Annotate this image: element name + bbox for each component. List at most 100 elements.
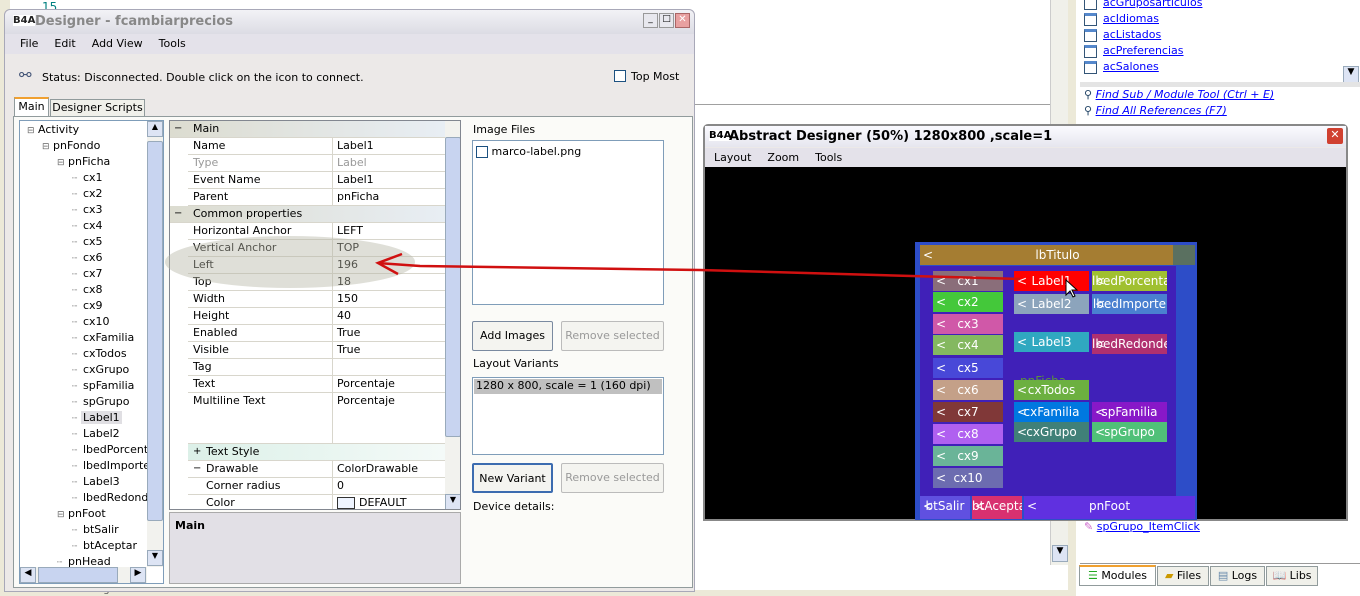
variant-item[interactable]: 1280 x 800, scale = 1 (160 dpi) xyxy=(474,379,662,394)
collapse-icon[interactable]: − xyxy=(174,206,182,222)
tree-item[interactable]: ⊟ Activity xyxy=(27,123,81,136)
property-value[interactable]: pnFicha xyxy=(332,189,446,205)
property-row[interactable]: Color DEFAULT xyxy=(188,495,446,509)
module-link[interactable]: acGruposarticulos xyxy=(1103,0,1202,9)
property-row[interactable]: Corner radius 0 xyxy=(188,478,446,495)
tab-modules[interactable]: ☰ Modules xyxy=(1079,565,1156,586)
property-value[interactable]: Porcentaje xyxy=(332,393,446,443)
view-lbedredondeo[interactable]: <lbedRedondeo xyxy=(1092,334,1167,354)
top-most-checkbox[interactable] xyxy=(614,70,626,82)
property-row[interactable]: Name Label1 xyxy=(188,138,446,155)
menu-tools[interactable]: Tools xyxy=(159,37,186,50)
menu-layout[interactable]: Layout xyxy=(714,151,751,164)
view-lbedporcentaje[interactable]: <lbedPorcentaje xyxy=(1092,271,1167,291)
tree-item[interactable]: ┈ cx6 xyxy=(72,251,105,264)
scroll-right-icon[interactable]: ▶ xyxy=(130,567,146,583)
props-scrollbar[interactable]: ▼ xyxy=(445,121,460,509)
maximize-button[interactable]: □ xyxy=(659,13,674,28)
property-row[interactable]: Text Porcentaje xyxy=(188,376,446,393)
tree-label[interactable]: btAceptar xyxy=(81,539,139,552)
tree-item[interactable]: ┈ cx9 xyxy=(72,299,105,312)
remove-image-button[interactable]: Remove selected xyxy=(561,321,664,351)
view-label3[interactable]: < Label3 xyxy=(1014,332,1089,352)
property-row[interactable]: Width 150 xyxy=(188,291,446,308)
designer-title-bar[interactable]: B4A Designer - fcambiarprecios _ □ ✕ xyxy=(5,10,694,34)
property-value[interactable]: Label1 xyxy=(332,172,446,188)
view-lbedimporte[interactable]: < lbedImporte xyxy=(1092,294,1167,314)
property-value[interactable]: 40 xyxy=(332,308,446,324)
find-sub-text[interactable]: Find Sub / Module Tool (Ctrl + E) xyxy=(1096,88,1275,101)
tree-label[interactable]: cx5 xyxy=(81,235,105,248)
module-link[interactable]: acIdiomas xyxy=(1103,12,1159,25)
view-btsalir[interactable]: < btSalir xyxy=(920,496,970,519)
scroll-thumb[interactable] xyxy=(445,137,460,437)
tree-item[interactable]: ┈ btAceptar xyxy=(72,539,139,552)
tree-label[interactable]: cxGrupo xyxy=(81,363,131,376)
property-value[interactable]: ColorDrawable xyxy=(332,461,446,477)
menu-file[interactable]: File xyxy=(20,37,38,50)
property-row[interactable]: Parent pnFicha xyxy=(188,189,446,206)
view-cx3[interactable]: < cx3 xyxy=(933,314,1003,334)
event-item[interactable]: ✎ spGrupo_ItemClick xyxy=(1084,520,1200,533)
tree-item[interactable]: ┈ cx8 xyxy=(72,283,105,296)
abstract-title-bar[interactable]: B4A Abstract Designer (50%) 1280x800 ,sc… xyxy=(705,126,1346,147)
tree-item[interactable]: ┈ lbedImporte xyxy=(72,459,152,472)
property-row[interactable]: Enabled True xyxy=(188,325,446,342)
scroll-thumb[interactable] xyxy=(147,141,163,521)
tree-vscrollbar[interactable]: ▲ ▼ xyxy=(147,121,163,567)
hscroll-thumb[interactable] xyxy=(38,567,118,583)
menu-zoom[interactable]: Zoom xyxy=(767,151,799,164)
view-cx10[interactable]: < cx10 xyxy=(933,468,1003,488)
event-link[interactable]: spGrupo_ItemClick xyxy=(1097,520,1200,533)
collapse-icon[interactable]: − xyxy=(174,121,182,137)
add-images-button[interactable]: Add Images xyxy=(472,321,553,351)
property-value[interactable]: True xyxy=(332,325,446,341)
minimize-button[interactable]: _ xyxy=(643,13,658,28)
find-references-link[interactable]: ⚲ Find All References (F7) xyxy=(1084,104,1227,117)
scroll-left-icon[interactable]: ◀ xyxy=(20,567,36,583)
view-cxgrupo[interactable]: < cxGrupo xyxy=(1014,422,1089,442)
tree-label[interactable]: cx2 xyxy=(81,187,105,200)
property-row[interactable]: − Drawable ColorDrawable xyxy=(188,461,446,478)
tree-item[interactable]: ┈ Label2 xyxy=(72,427,122,440)
tree-item[interactable]: ┈ cxTodos xyxy=(72,347,129,360)
tree-label[interactable]: cxFamilia xyxy=(81,331,136,344)
tree-item[interactable]: ┈ cx4 xyxy=(72,219,105,232)
view-spgrupo[interactable]: < spGrupo xyxy=(1092,422,1167,442)
tree-label[interactable]: cxTodos xyxy=(81,347,129,360)
view-cxfamilia[interactable]: < cxFamilia xyxy=(1014,402,1089,422)
find-references-text[interactable]: Find All References (F7) xyxy=(1096,104,1227,117)
scroll-down-icon[interactable]: ▼ xyxy=(1052,545,1068,562)
module-item[interactable]: acListados xyxy=(1084,28,1161,44)
property-value[interactable]: True xyxy=(332,342,446,358)
tree-item[interactable]: ┈ btSalir xyxy=(72,523,121,536)
tree-item[interactable]: ⊟ pnFondo xyxy=(42,139,102,152)
image-file-item[interactable]: marco-label.png xyxy=(476,145,581,158)
tree-item[interactable]: ┈ spGrupo xyxy=(72,395,131,408)
connection-icon[interactable]: ⚯ xyxy=(19,66,32,84)
tree-label[interactable]: cx4 xyxy=(81,219,105,232)
module-link[interactable]: acPreferencias xyxy=(1103,44,1184,57)
tree-label[interactable]: cx3 xyxy=(81,203,105,216)
module-item[interactable]: acGruposarticulos xyxy=(1084,0,1202,12)
tree-item[interactable]: ┈ cxFamilia xyxy=(72,331,136,344)
tree-label[interactable]: Label1 xyxy=(81,411,122,424)
new-variant-button[interactable]: New Variant xyxy=(472,463,553,493)
tab-logs[interactable]: ▤ Logs xyxy=(1210,566,1265,586)
close-button[interactable]: ✕ xyxy=(675,13,690,28)
property-value[interactable]: 0 xyxy=(332,478,446,494)
module-item[interactable]: acPreferencias xyxy=(1084,44,1184,60)
tree-item[interactable]: ┈ cx1 xyxy=(72,171,105,184)
file-checkbox[interactable] xyxy=(476,146,488,158)
property-row[interactable]: Left 196 xyxy=(188,257,446,274)
tree-item[interactable]: ┈ cxGrupo xyxy=(72,363,131,376)
property-value[interactable]: TOP xyxy=(332,240,446,256)
menu-add-view[interactable]: Add View xyxy=(92,37,143,50)
view-cxtodos[interactable]: < cxTodos xyxy=(1014,380,1089,400)
property-section[interactable]: − Main xyxy=(170,121,446,138)
modules-scroll-down-icon[interactable]: ▼ xyxy=(1343,66,1359,83)
abstract-close-button[interactable]: ✕ xyxy=(1327,128,1343,144)
tree-label[interactable]: cx8 xyxy=(81,283,105,296)
view-label2[interactable]: < Label2 xyxy=(1014,294,1089,314)
tree-label[interactable]: cx10 xyxy=(81,315,112,328)
